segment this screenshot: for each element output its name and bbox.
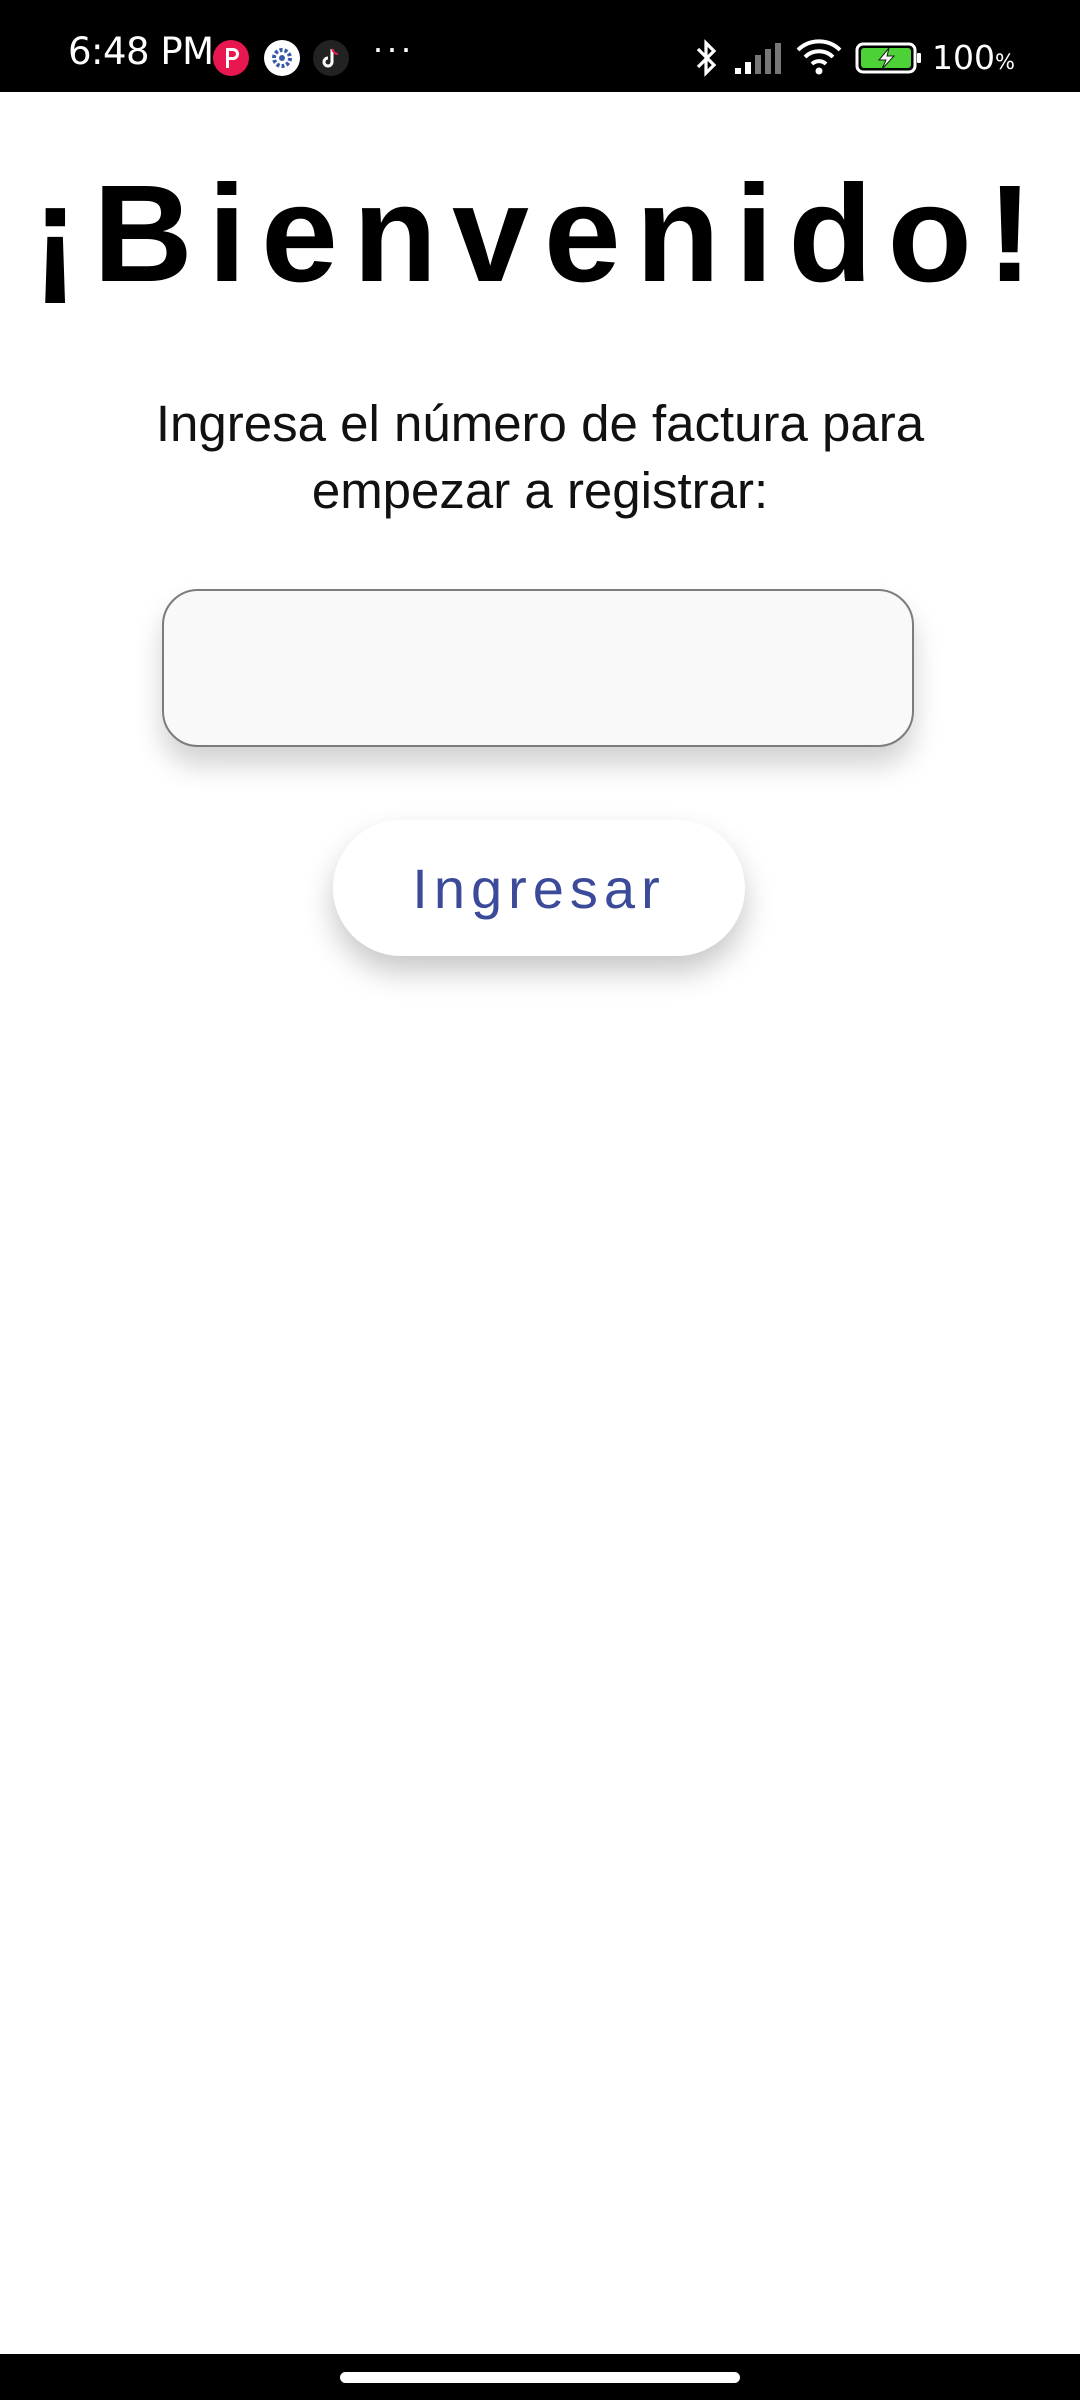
tiktok-notification-icon [313,40,349,76]
home-gesture-handle[interactable] [340,2372,740,2383]
status-bar: 6:48 PM ··· 100% [0,0,1080,92]
invoice-number-input[interactable] [162,589,914,747]
bluetooth-icon [692,38,720,83]
page-title: ¡Bienvenido! [32,157,1048,311]
signal-icon [733,42,783,81]
more-notifications-indicator: ··· [372,27,414,68]
wifi-icon [795,38,843,81]
battery-percentage: 100% [932,38,1015,77]
settings-notification-icon [264,40,300,76]
invoice-prompt: Ingresa el número de factura para empeza… [155,395,925,519]
status-time: 6:48 PM [68,30,214,73]
p-app-notification-icon [213,40,249,76]
battery-charging-icon [855,42,925,79]
ingresar-button[interactable]: Ingresar [333,820,745,956]
